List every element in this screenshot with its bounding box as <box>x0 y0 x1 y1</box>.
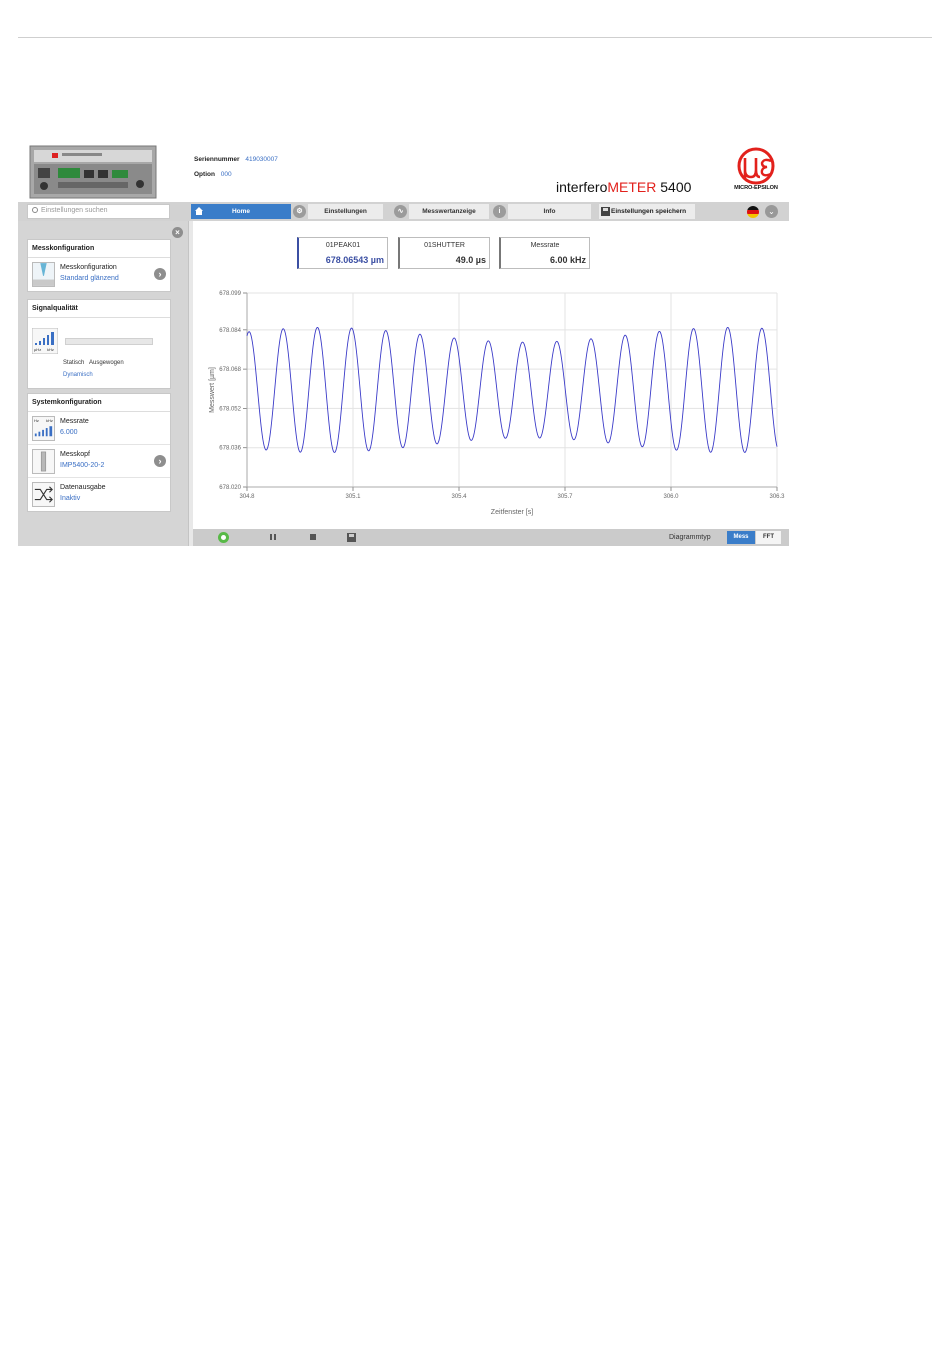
slider-label-statisch: Statisch <box>63 360 85 366</box>
main-display: 01PEAK01 678.06543 µm 01SHUTTER 49.0 µs … <box>193 221 789 529</box>
x-tick-label: 304.8 <box>239 494 255 500</box>
sidebar-close-icon[interactable]: × <box>172 227 183 238</box>
x-tick-label: 305.7 <box>557 494 573 500</box>
product-suffix: 5400 <box>656 179 692 195</box>
search-placeholder: Einstellungen suchen <box>41 207 108 214</box>
slider-label-ausgewogen: Ausgewogen <box>89 360 124 366</box>
item-value: Inaktiv <box>60 495 81 502</box>
sidebar-item-datenausgabe[interactable]: Datenausgabe Inaktiv <box>28 478 170 511</box>
home-icon <box>195 207 203 215</box>
measurement-chart[interactable]: 678.099 678.084 678.068 678.052 678.036 678.0… <box>193 221 789 529</box>
sidebar-item-messrate[interactable]: Hz kHz Messrate 6.000 <box>28 412 170 445</box>
y-tick-label: 678.020 <box>219 485 241 491</box>
serial-label: Seriennummer <box>194 156 240 163</box>
x-axis-label: Zeitfenster [s] <box>491 509 533 516</box>
item-label: Messrate <box>60 418 89 425</box>
waveform-icon[interactable]: ∿ <box>394 205 407 218</box>
y-tick-label: 678.068 <box>219 367 241 373</box>
bottom-toolbar: Diagrammtyp Mess FFT <box>193 529 789 546</box>
page-top-rule <box>18 37 932 38</box>
save-settings-button[interactable]: Einstellungen speichern <box>599 204 695 219</box>
search-input[interactable]: Einstellungen suchen <box>27 204 170 219</box>
floppy-disk-icon <box>601 207 610 216</box>
settings-gear-icon[interactable]: ⚙ <box>293 205 306 218</box>
y-tick-label: 678.084 <box>219 328 241 334</box>
product-prefix: interfero <box>556 179 608 195</box>
data-output-switch-icon <box>32 482 55 507</box>
chevron-right-icon[interactable]: › <box>154 455 166 467</box>
play-icon[interactable] <box>218 532 229 543</box>
info-icon[interactable]: i <box>493 205 506 218</box>
x-tick-label: 306.3 <box>769 494 785 500</box>
messrate-thumb-label-left: Hz <box>34 418 39 423</box>
serial-number: Seriennummer 419030007 <box>194 156 278 163</box>
search-icon <box>32 207 38 213</box>
series-line <box>246 326 778 453</box>
y-axis-label: Messwert [µm] <box>209 367 216 413</box>
flag-germany-icon[interactable] <box>747 206 759 218</box>
panel-messkonfiguration: Messkonfiguration Messkonfiguration Stan… <box>27 239 171 292</box>
item-value: IMP5400-20-2 <box>60 462 105 469</box>
product-name: interferoMETER 5400 <box>556 179 691 195</box>
sensor-head-icon <box>32 449 55 474</box>
x-tick-label: 305.1 <box>345 494 361 500</box>
panel-signalqualitaet: Signalqualität µHz kHz Statisch Ausgewog… <box>27 299 171 389</box>
item-label: Datenausgabe <box>60 484 106 491</box>
y-tick-label: 678.052 <box>219 406 241 412</box>
option-label: Option <box>194 171 215 178</box>
signal-unit-right: kHz <box>47 347 54 352</box>
save-data-icon[interactable] <box>347 533 356 542</box>
panel-title: Messkonfiguration <box>28 240 170 258</box>
diagram-type-label: Diagrammtyp <box>669 534 711 541</box>
item-label: Messkopf <box>60 451 90 458</box>
diagram-fft-button[interactable]: FFT <box>756 531 781 544</box>
app-header: Seriennummer 419030007 Option 000 interf… <box>18 140 789 202</box>
sensor-beam-icon <box>32 262 55 287</box>
tab-home-label: Home <box>231 208 251 215</box>
tab-info-label: Info <box>543 208 556 215</box>
stop-icon[interactable] <box>310 534 316 540</box>
language-dropdown-chevron-icon[interactable]: ⌄ <box>765 205 778 218</box>
product-highlight: METER <box>607 179 657 195</box>
panel-systemkonfiguration: Systemkonfiguration Hz kHz Messrate 6.00… <box>27 393 171 512</box>
device-image <box>29 145 157 199</box>
y-tick-label: 678.036 <box>219 446 241 452</box>
item-value: Standard glänzend <box>60 275 119 282</box>
sidebar: × Messkonfiguration Messkonfiguration St… <box>18 221 188 546</box>
item-value: 6.000 <box>60 429 78 436</box>
serial-value: 419030007 <box>245 156 278 163</box>
tab-einstellungen-label: Einstellungen <box>324 208 367 215</box>
item-label: Messkonfiguration <box>60 264 117 271</box>
sidebar-item-messkonfiguration[interactable]: Messkonfiguration Standard glänzend › <box>28 258 170 291</box>
tab-messwertanzeige-label: Messwertanzeige <box>422 208 476 215</box>
signal-unit-left: µHz <box>34 347 42 352</box>
panel-title: Signalqualität <box>28 300 170 318</box>
panel-title: Systemkonfiguration <box>28 394 170 412</box>
tab-einstellungen[interactable]: Einstellungen <box>308 204 383 219</box>
nav-bar: Einstellungen suchen Home ⚙ Einstellunge… <box>18 202 789 221</box>
web-interface-screenshot: Seriennummer 419030007 Option 000 interf… <box>18 140 789 546</box>
option-info: Option 000 <box>194 171 232 178</box>
x-tick-label: 306.0 <box>663 494 679 500</box>
tab-messwertanzeige[interactable]: Messwertanzeige <box>409 204 489 219</box>
option-value: 000 <box>220 171 232 178</box>
logo-text: MICRO-EPSILON <box>734 185 778 191</box>
diagram-mess-button[interactable]: Mess <box>727 531 755 544</box>
x-tick-label: 305.4 <box>451 494 467 500</box>
y-tick-label: 678.099 <box>219 291 241 297</box>
slider-label-dynamisch[interactable]: Dynamisch <box>63 372 93 378</box>
pause-icon[interactable] <box>270 534 276 540</box>
messrate-thumb-label-right: kHz <box>46 418 53 423</box>
save-settings-label: Einstellungen speichern <box>611 208 687 215</box>
sidebar-item-messkopf[interactable]: Messkopf IMP5400-20-2 › <box>28 445 170 478</box>
tab-home[interactable]: Home <box>191 204 291 219</box>
chevron-right-icon[interactable]: › <box>154 268 166 280</box>
signal-quality-slider[interactable] <box>65 338 153 345</box>
tab-info[interactable]: Info <box>508 204 591 219</box>
